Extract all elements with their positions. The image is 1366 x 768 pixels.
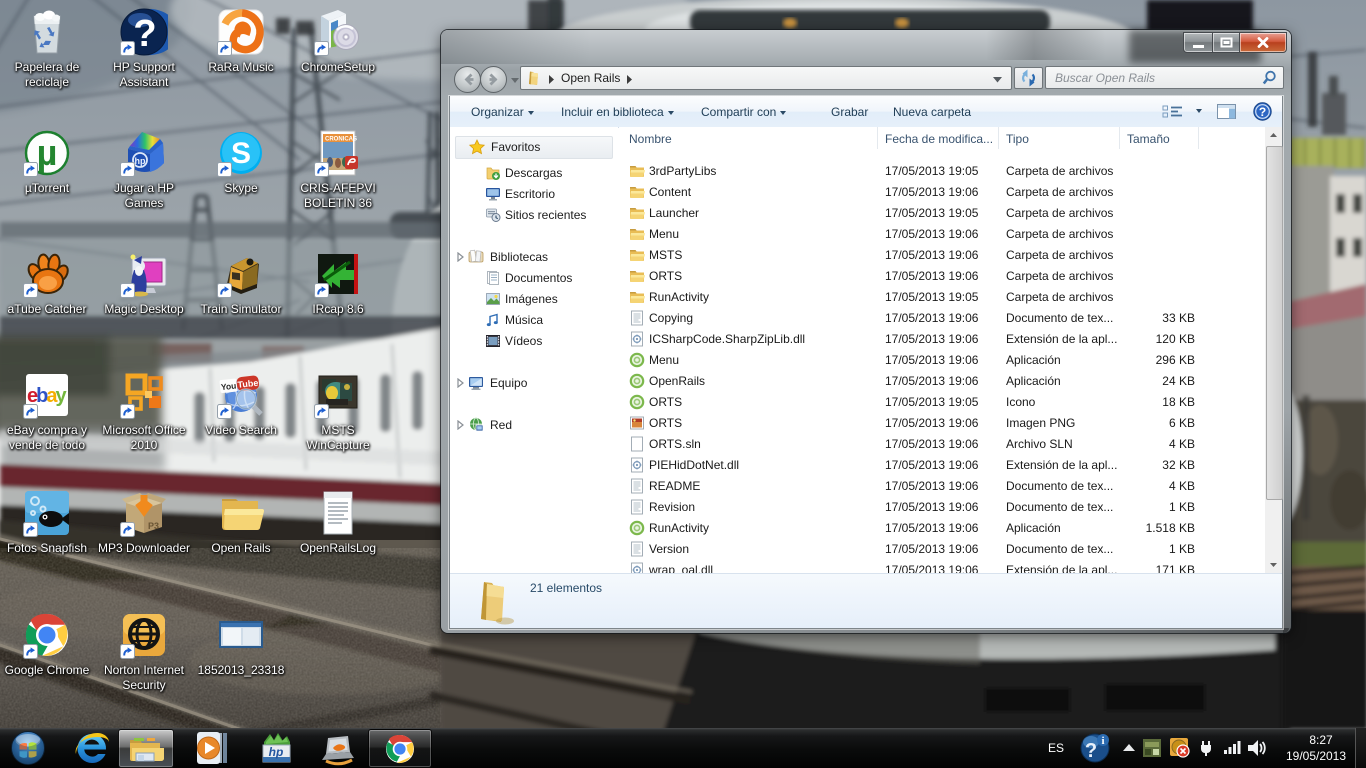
- svg-text:?: ?: [133, 13, 156, 55]
- svg-text:S: S: [231, 137, 251, 170]
- svg-text:hp: hp: [135, 156, 146, 166]
- svg-text:hp: hp: [269, 745, 284, 759]
- svg-text:i: i: [1101, 735, 1104, 747]
- svg-text:?: ?: [1085, 740, 1097, 762]
- svg-text:?: ?: [1259, 105, 1266, 119]
- svg-text:CRONICAS: CRONICAS: [325, 137, 357, 143]
- svg-text:You: You: [220, 381, 236, 393]
- svg-text:µ: µ: [37, 132, 58, 173]
- svg-text:P3: P3: [148, 521, 159, 531]
